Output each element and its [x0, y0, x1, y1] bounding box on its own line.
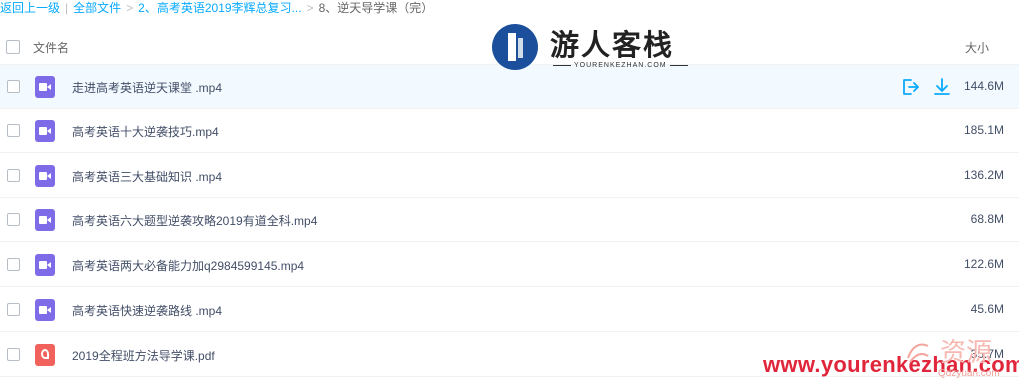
row-checkbox[interactable]	[7, 258, 20, 271]
table-row[interactable]: 高考英语三大基础知识 .mp4 136.2M	[0, 154, 1019, 198]
watermark-mark-icon	[904, 338, 932, 366]
video-icon	[35, 299, 55, 321]
file-size: 45.6M	[970, 302, 1004, 316]
file-size: 136.2M	[963, 168, 1004, 182]
file-size: 68.8M	[970, 212, 1004, 226]
row-checkbox[interactable]	[7, 169, 20, 182]
video-icon	[35, 120, 55, 142]
file-size: 144.6M	[963, 79, 1004, 93]
video-icon	[35, 165, 55, 187]
video-icon	[35, 209, 55, 231]
row-checkbox[interactable]	[7, 303, 20, 316]
file-name[interactable]: 走进高考英语逆天课堂 .mp4	[72, 79, 222, 96]
download-icon[interactable]	[932, 77, 952, 97]
row-checkbox[interactable]	[7, 213, 20, 226]
file-name[interactable]: 高考英语六大题型逆袭攻略2019有道全科.mp4	[72, 212, 317, 229]
breadcrumb-arrow: >	[126, 1, 134, 15]
watermark-cn: 资源	[940, 337, 993, 367]
breadcrumb-divider: |	[65, 1, 69, 15]
breadcrumb-arrow: >	[306, 1, 314, 15]
breadcrumb: 返回上一级 | 全部文件 >2、高考英语2019李辉总复习... >8、逆天导学课（完）	[0, 0, 1019, 18]
share-icon[interactable]	[900, 77, 920, 97]
file-name[interactable]: 高考英语三大基础知识 .mp4	[72, 168, 222, 185]
file-name[interactable]: 2019全程班方法导学课.pdf	[72, 347, 215, 364]
table-row[interactable]: 高考英语十大逆袭技巧.mp4 185.1M	[0, 109, 1019, 153]
video-icon	[35, 76, 55, 98]
file-size: 122.6M	[963, 257, 1004, 271]
parent-folder-link[interactable]: 2、高考英语2019李辉总复习...	[138, 1, 301, 15]
name-column-header[interactable]: 文件名	[33, 39, 69, 56]
row-checkbox[interactable]	[7, 80, 20, 93]
table-row[interactable]: 高考英语快速逆袭路线 .mp4 45.6M	[0, 288, 1019, 332]
table-row[interactable]: 高考英语六大题型逆袭攻略2019有道全科.mp4 68.8M	[0, 198, 1019, 242]
select-all-checkbox[interactable]	[6, 40, 20, 54]
pdf-icon	[35, 344, 55, 366]
back-link[interactable]: 返回上一级	[0, 1, 60, 15]
video-icon	[35, 254, 55, 276]
size-column-header[interactable]: 大小	[965, 39, 989, 56]
logo-mark-icon	[492, 24, 538, 70]
row-checkbox[interactable]	[7, 124, 20, 137]
row-checkbox[interactable]	[7, 348, 20, 361]
file-name[interactable]: 高考英语两大必备能力加q2984599145.mp4	[72, 257, 304, 274]
table-row[interactable]: 高考英语两大必备能力加q2984599145.mp4 122.6M	[0, 243, 1019, 287]
logo-title: 游人客栈	[550, 28, 675, 62]
file-name[interactable]: 高考英语十大逆袭技巧.mp4	[72, 123, 219, 140]
current-folder: 8、逆天导学课（完）	[318, 1, 434, 15]
watermark-small: Qdzyuan.com	[938, 368, 1000, 379]
site-logo: 游人客栈 YOURENKEZHAN.COM	[492, 20, 692, 76]
logo-subtitle: YOURENKEZHAN.COM	[550, 62, 691, 69]
all-files-link[interactable]: 全部文件	[73, 1, 121, 15]
file-size: 185.1M	[963, 123, 1004, 137]
file-name[interactable]: 高考英语快速逆袭路线 .mp4	[72, 302, 222, 319]
